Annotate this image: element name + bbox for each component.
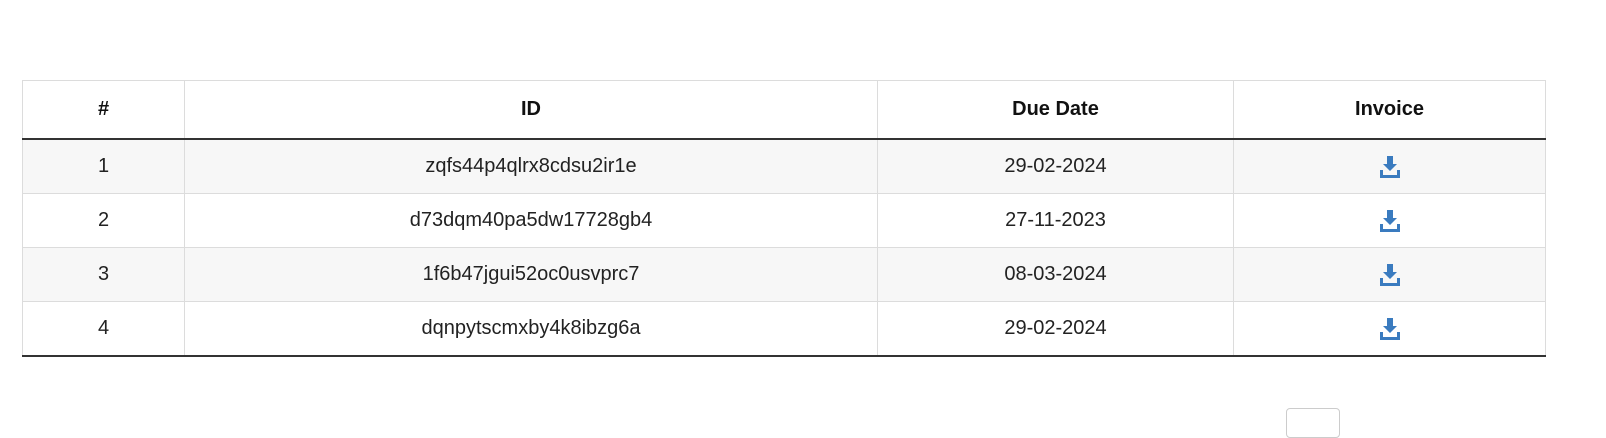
row-number: 3: [22, 247, 185, 302]
invoice-id: 1f6b47jgui52oc0usvprc7: [184, 247, 878, 302]
invoice-id: d73dqm40pa5dw17728gb4: [184, 193, 878, 248]
column-header-due-date: Due Date: [877, 80, 1234, 140]
table-row: 3 1f6b47jgui52oc0usvprc7 08-03-2024: [22, 247, 1546, 302]
due-date: 27-11-2023: [877, 193, 1234, 248]
column-header-number: #: [22, 80, 185, 140]
row-number: 4: [22, 301, 185, 357]
invoice-cell: [1233, 193, 1546, 248]
table-row: 4 dqnpytscmxby4k8ibzg6a 29-02-2024: [22, 301, 1546, 357]
due-date: 29-02-2024: [877, 138, 1234, 194]
column-header-invoice: Invoice: [1233, 80, 1546, 140]
table-row: 2 d73dqm40pa5dw17728gb4 27-11-2023: [22, 193, 1546, 248]
download-icon[interactable]: [1379, 317, 1401, 341]
invoice-table: # ID Due Date Invoice 1 zqfs44p4qlrx8cds…: [22, 80, 1546, 357]
invoice-id: dqnpytscmxby4k8ibzg6a: [184, 301, 878, 357]
due-date: 08-03-2024: [877, 247, 1234, 302]
table-row: 1 zqfs44p4qlrx8cdsu2ir1e 29-02-2024: [22, 138, 1546, 194]
invoice-cell: [1233, 301, 1546, 357]
download-icon[interactable]: [1379, 155, 1401, 179]
download-icon[interactable]: [1379, 209, 1401, 233]
invoice-table-container: # ID Due Date Invoice 1 zqfs44p4qlrx8cds…: [22, 80, 1546, 357]
due-date: 29-02-2024: [877, 301, 1234, 357]
page-size-select[interactable]: [1286, 408, 1340, 438]
invoice-cell: [1233, 247, 1546, 302]
column-header-id: ID: [184, 80, 878, 140]
header-row: # ID Due Date Invoice: [22, 80, 1546, 140]
download-icon[interactable]: [1379, 263, 1401, 287]
row-number: 2: [22, 193, 185, 248]
table-header: # ID Due Date Invoice: [22, 80, 1546, 140]
invoice-id: zqfs44p4qlrx8cdsu2ir1e: [184, 138, 878, 194]
invoice-cell: [1233, 138, 1546, 194]
table-body: 1 zqfs44p4qlrx8cdsu2ir1e 29-02-2024 2 d7…: [22, 138, 1546, 357]
row-number: 1: [22, 138, 185, 194]
